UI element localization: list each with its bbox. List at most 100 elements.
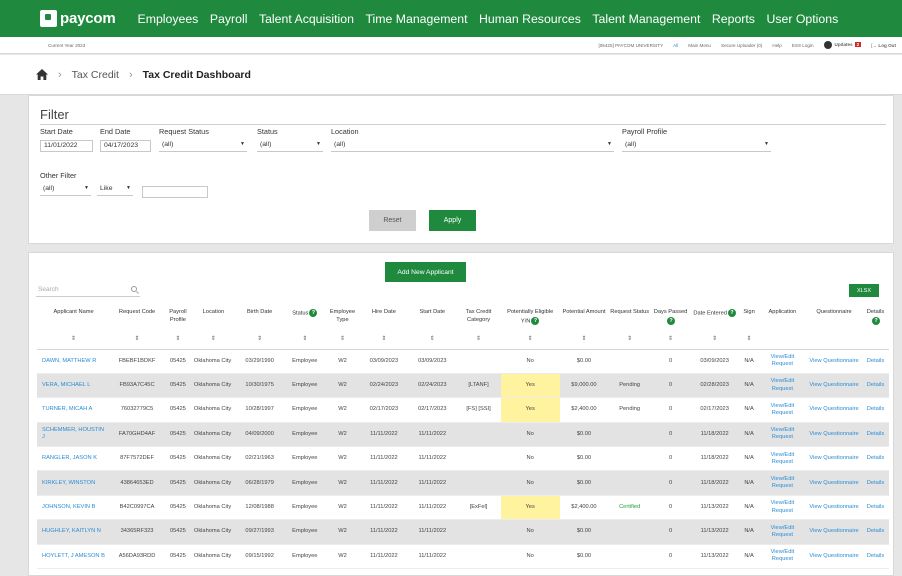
- nav-payroll[interactable]: Payroll: [210, 12, 248, 26]
- column-header[interactable]: Hire Date ⇕: [359, 307, 409, 350]
- view-edit-request-link[interactable]: View/Edit Request: [758, 373, 807, 399]
- column-header[interactable]: Applicant Name ⇕: [37, 307, 111, 350]
- sort-icon[interactable]: ⇕: [284, 335, 325, 343]
- apply-button[interactable]: Apply: [429, 210, 476, 231]
- logout-link[interactable]: [→ Log Out: [871, 43, 896, 48]
- help-link[interactable]: Help: [772, 43, 781, 48]
- column-header[interactable]: Birth Date ⇕: [234, 307, 285, 350]
- view-questionnaire-link[interactable]: View Questionnaire: [806, 397, 862, 423]
- view-questionnaire-link[interactable]: View Questionnaire: [806, 495, 862, 521]
- sort-icon[interactable]: ⇕: [37, 335, 110, 343]
- view-edit-request-link[interactable]: View/Edit Request: [758, 470, 807, 496]
- sort-icon[interactable]: ⇕: [325, 335, 359, 343]
- search-input[interactable]: Search: [36, 284, 140, 297]
- column-header[interactable]: Date Entered? ⇕: [689, 307, 740, 350]
- sort-icon[interactable]: ⇕: [110, 335, 164, 343]
- breadcrumb-tax-credit[interactable]: Tax Credit: [72, 69, 119, 81]
- view-edit-request-link[interactable]: View/Edit Request: [758, 544, 807, 570]
- view-edit-request-link[interactable]: View/Edit Request: [758, 446, 807, 472]
- sort-icon[interactable]: ⇕: [235, 335, 284, 343]
- column-header[interactable]: Sign ⇕: [739, 307, 759, 350]
- reset-button[interactable]: Reset: [369, 210, 416, 231]
- view-questionnaire-link[interactable]: View Questionnaire: [806, 470, 862, 496]
- nav-reports[interactable]: Reports: [712, 12, 755, 26]
- details-link[interactable]: Details: [862, 446, 889, 472]
- updates-link[interactable]: Updates 2: [823, 41, 862, 49]
- details-link[interactable]: Details: [862, 349, 889, 374]
- nav-employees[interactable]: Employees: [138, 12, 199, 26]
- request-status-select[interactable]: (all) ▼: [159, 140, 247, 152]
- applicant-name-link[interactable]: SCHEMMER, HOUSTIN J: [37, 422, 111, 448]
- details-link[interactable]: Details: [862, 373, 889, 399]
- applicant-name-link[interactable]: KIRKLEY, WINSTON: [37, 470, 111, 496]
- help-icon[interactable]: ?: [531, 316, 540, 325]
- current-year[interactable]: Current Year 2023: [48, 43, 85, 48]
- other-filter-select[interactable]: (all) ▼: [40, 184, 91, 196]
- help-icon[interactable]: ?: [872, 316, 880, 325]
- column-header[interactable]: Payroll Profile ⇕: [163, 307, 192, 350]
- applicant-name-link[interactable]: HUGHLEY, KAITLYN N: [37, 519, 111, 545]
- applicant-name-link[interactable]: TURNER, MICAH A: [37, 397, 111, 423]
- paycom-logo[interactable]: paycom: [40, 10, 116, 27]
- view-questionnaire-link[interactable]: View Questionnaire: [806, 422, 862, 448]
- secure-uploader-link[interactable]: Secure Uploader (0): [721, 43, 762, 48]
- location-select[interactable]: (all) ▼: [331, 140, 614, 152]
- view-edit-request-link[interactable]: View/Edit Request: [758, 495, 807, 521]
- details-link[interactable]: Details: [862, 422, 889, 448]
- details-link[interactable]: Details: [862, 397, 889, 423]
- details-link[interactable]: Details: [862, 544, 889, 570]
- all-link[interactable]: All: [673, 43, 678, 48]
- nav-talent-management[interactable]: Talent Management: [592, 12, 700, 26]
- view-questionnaire-link[interactable]: View Questionnaire: [806, 349, 862, 374]
- details-link[interactable]: Details: [862, 519, 889, 545]
- xlsx-export-button[interactable]: XLSX: [849, 284, 879, 297]
- sort-icon[interactable]: ⇕: [690, 335, 739, 343]
- view-questionnaire-link[interactable]: View Questionnaire: [806, 373, 862, 399]
- view-edit-request-link[interactable]: View/Edit Request: [758, 397, 807, 423]
- column-header[interactable]: Start Date ⇕: [408, 307, 457, 350]
- sort-icon[interactable]: ⇕: [608, 335, 651, 343]
- help-icon[interactable]: ?: [727, 309, 736, 317]
- column-header[interactable]: Potentially Eligible Y/N? ⇕: [500, 307, 560, 350]
- sort-icon[interactable]: ⇕: [739, 335, 758, 343]
- view-edit-request-link[interactable]: View/Edit Request: [758, 519, 807, 545]
- applicant-name-link[interactable]: HOYLETT, J AMESON B: [37, 544, 111, 570]
- home-icon[interactable]: [36, 69, 48, 80]
- status-select[interactable]: (all) ▼: [257, 140, 323, 152]
- main-menu-link[interactable]: Main Menu: [688, 43, 711, 48]
- ess-login-link[interactable]: ESS Login: [792, 43, 814, 48]
- start-date-input[interactable]: 11/01/2022: [40, 140, 93, 152]
- applicant-name-link[interactable]: RANGLER, JASON K: [37, 446, 111, 472]
- applicant-name-link[interactable]: VERA, MICHAEL L: [37, 373, 111, 399]
- sort-icon[interactable]: ⇕: [457, 335, 501, 343]
- help-icon[interactable]: ?: [667, 316, 676, 325]
- sort-icon[interactable]: ⇕: [560, 335, 608, 343]
- sort-icon[interactable]: ⇕: [651, 335, 690, 343]
- column-header[interactable]: Employee Type ⇕: [325, 307, 360, 350]
- applicant-name-link[interactable]: DAWN, MATTHEW R: [37, 349, 111, 374]
- sort-icon[interactable]: ⇕: [408, 335, 456, 343]
- sort-icon[interactable]: ⇕: [164, 335, 192, 343]
- add-new-applicant-button[interactable]: Add New Applicant: [385, 262, 466, 282]
- end-date-input[interactable]: 04/17/2023: [100, 140, 151, 152]
- sort-icon[interactable]: ⇕: [501, 335, 560, 343]
- nav-user-options[interactable]: User Options: [766, 12, 838, 26]
- help-icon[interactable]: ?: [309, 309, 318, 317]
- operator-select[interactable]: Like ▼: [97, 184, 133, 196]
- view-edit-request-link[interactable]: View/Edit Request: [758, 422, 807, 448]
- nav-human-resources[interactable]: Human Resources: [479, 12, 581, 26]
- column-header[interactable]: Potential Amount ⇕: [559, 307, 609, 350]
- details-link[interactable]: Details: [862, 495, 889, 521]
- column-header[interactable]: Request Code ⇕: [110, 307, 164, 350]
- column-header[interactable]: Status? ⇕: [284, 307, 326, 350]
- nav-talent-acquisition[interactable]: Talent Acquisition: [259, 12, 354, 26]
- details-link[interactable]: Details: [862, 470, 889, 496]
- view-questionnaire-link[interactable]: View Questionnaire: [806, 544, 862, 570]
- sort-icon[interactable]: ⇕: [360, 335, 408, 343]
- column-header[interactable]: Request Status ⇕: [608, 307, 652, 350]
- nav-time-management[interactable]: Time Management: [365, 12, 467, 26]
- view-questionnaire-link[interactable]: View Questionnaire: [806, 519, 862, 545]
- company-selector[interactable]: [05425] PAYCOM UNIVERSITY: [598, 43, 663, 48]
- column-header[interactable]: Location ⇕: [191, 307, 235, 350]
- column-header[interactable]: Days Passed? ⇕: [651, 307, 690, 350]
